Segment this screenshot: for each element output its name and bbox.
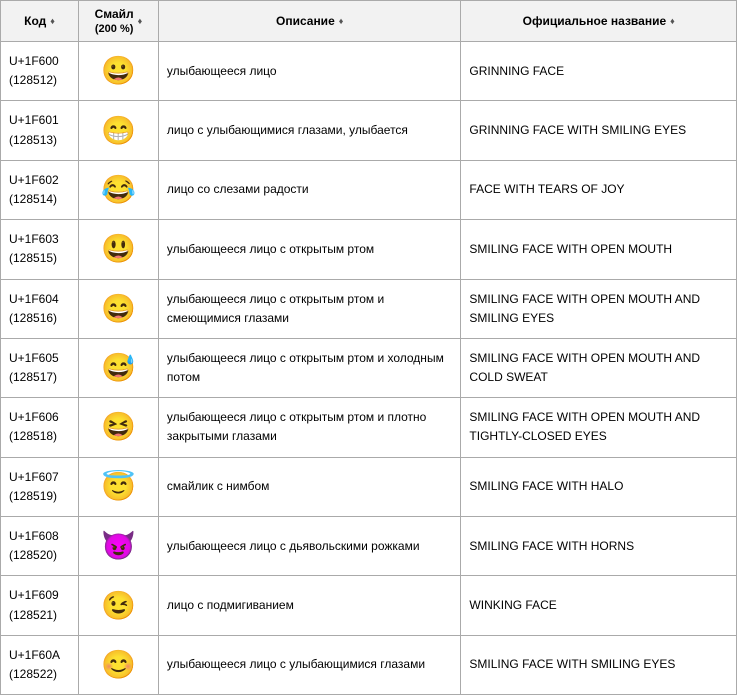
code-cell: U+1F609 (128521)	[1, 576, 79, 635]
code-hex: U+1F600	[9, 54, 59, 68]
code-cell: U+1F605 (128517)	[1, 338, 79, 397]
official-cell: SMILING FACE WITH OPEN MOUTH AND TIGHTLY…	[461, 398, 737, 457]
code-hex: U+1F605	[9, 351, 59, 365]
code-decimal: (128518)	[9, 429, 57, 443]
code-decimal: (128515)	[9, 251, 57, 265]
code-cell: U+1F606 (128518)	[1, 398, 79, 457]
code-cell: U+1F603 (128515)	[1, 220, 79, 279]
code-hex: U+1F601	[9, 113, 59, 127]
header-row: Код ♦ Смайл (200 %) ♦ Описание ♦	[1, 1, 737, 42]
code-cell: U+1F601 (128513)	[1, 101, 79, 160]
official-cell: SMILING FACE WITH HORNS	[461, 517, 737, 576]
table-row: U+1F607 (128519) 😇смайлик с нимбомSMILING …	[1, 457, 737, 516]
code-decimal: (128519)	[9, 489, 57, 503]
emoji-cell: 😁	[78, 101, 158, 160]
sort-icon: ♦	[339, 17, 344, 26]
description-cell: лицо со слезами радости	[158, 160, 460, 219]
table-row: U+1F60A (128522) 😊улыбающееся лицо с улыба…	[1, 635, 737, 694]
code-decimal: (128522)	[9, 667, 57, 681]
code-hex: U+1F608	[9, 529, 59, 543]
official-cell: GRINNING FACE WITH SMILING EYES	[461, 101, 737, 160]
table-row: U+1F609 (128521) 😉лицо с подмигиваниемWINK…	[1, 576, 737, 635]
emoji-cell: 😀	[78, 42, 158, 101]
official-cell: SMILING FACE WITH SMILING EYES	[461, 635, 737, 694]
emoji-cell: 😊	[78, 635, 158, 694]
code-decimal: (128514)	[9, 192, 57, 206]
header-emoji-label: Смайл	[95, 7, 134, 21]
code-hex: U+1F609	[9, 588, 59, 602]
description-cell: улыбающееся лицо	[158, 42, 460, 101]
code-hex: U+1F607	[9, 470, 59, 484]
code-hex: U+1F60A	[9, 648, 60, 662]
table-row: U+1F603 (128515) 😃улыбающееся лицо с откры…	[1, 220, 737, 279]
table-row: U+1F602 (128514) 😂лицо со слезами радостиF…	[1, 160, 737, 219]
table-row: U+1F604 (128516) 😄улыбающееся лицо с откры…	[1, 279, 737, 338]
header-official[interactable]: Официальное название ♦	[461, 1, 737, 42]
emoji-cell: 😄	[78, 279, 158, 338]
description-cell: улыбающееся лицо с открытым ртом и плотн…	[158, 398, 460, 457]
table-row: U+1F608 (128520) 😈улыбающееся лицо с дьяво…	[1, 517, 737, 576]
emoji-cell: 😃	[78, 220, 158, 279]
description-cell: улыбающееся лицо с открытым ртом и холод…	[158, 338, 460, 397]
description-cell: улыбающееся лицо с дьявольскими рожками	[158, 517, 460, 576]
table-row: U+1F600 (128512) 😀улыбающееся лицоGRINNING…	[1, 42, 737, 101]
header-emoji-sub: (200 %)	[95, 23, 134, 35]
emoji-cell: 😇	[78, 457, 158, 516]
table-row: U+1F606 (128518) 😆улыбающееся лицо с откры…	[1, 398, 737, 457]
header-emoji[interactable]: Смайл (200 %) ♦	[78, 1, 158, 42]
official-cell: SMILING FACE WITH OPEN MOUTH AND COLD SW…	[461, 338, 737, 397]
emoji-cell: 😂	[78, 160, 158, 219]
code-cell: U+1F602 (128514)	[1, 160, 79, 219]
code-decimal: (128512)	[9, 73, 57, 87]
official-cell: GRINNING FACE	[461, 42, 737, 101]
sort-icon: ♦	[138, 17, 143, 26]
official-cell: SMILING FACE WITH OPEN MOUTH AND SMILING…	[461, 279, 737, 338]
code-cell: U+1F60A (128522)	[1, 635, 79, 694]
official-cell: SMILING FACE WITH HALO	[461, 457, 737, 516]
description-cell: смайлик с нимбом	[158, 457, 460, 516]
official-cell: FACE WITH TEARS OF JOY	[461, 160, 737, 219]
code-decimal: (128521)	[9, 608, 57, 622]
code-decimal: (128513)	[9, 133, 57, 147]
code-hex: U+1F604	[9, 292, 59, 306]
emoji-cell: 😈	[78, 517, 158, 576]
header-description-label: Описание	[276, 14, 335, 28]
description-cell: улыбающееся лицо с открытым ртом	[158, 220, 460, 279]
code-hex: U+1F602	[9, 173, 59, 187]
official-cell: SMILING FACE WITH OPEN MOUTH	[461, 220, 737, 279]
code-cell: U+1F607 (128519)	[1, 457, 79, 516]
code-decimal: (128517)	[9, 370, 57, 384]
code-hex: U+1F606	[9, 410, 59, 424]
header-official-label: Официальное название	[523, 14, 666, 28]
description-cell: улыбающееся лицо с открытым ртом и смеющ…	[158, 279, 460, 338]
code-cell: U+1F604 (128516)	[1, 279, 79, 338]
table-row: U+1F601 (128513) 😁лицо с улыбающимися глаз…	[1, 101, 737, 160]
code-decimal: (128516)	[9, 311, 57, 325]
emoji-table: Код ♦ Смайл (200 %) ♦ Описание ♦	[0, 0, 737, 695]
sort-icon: ♦	[670, 17, 675, 26]
code-cell: U+1F608 (128520)	[1, 517, 79, 576]
description-cell: лицо с подмигиванием	[158, 576, 460, 635]
description-cell: улыбающееся лицо с улыбающимися глазами	[158, 635, 460, 694]
official-cell: WINKING FACE	[461, 576, 737, 635]
code-decimal: (128520)	[9, 548, 57, 562]
code-cell: U+1F600 (128512)	[1, 42, 79, 101]
emoji-cell: 😅	[78, 338, 158, 397]
header-description[interactable]: Описание ♦	[158, 1, 460, 42]
code-hex: U+1F603	[9, 232, 59, 246]
header-code-label: Код	[24, 14, 46, 28]
emoji-cell: 😉	[78, 576, 158, 635]
description-cell: лицо с улыбающимися глазами, улыбается	[158, 101, 460, 160]
table-row: U+1F605 (128517) 😅улыбающееся лицо с откры…	[1, 338, 737, 397]
sort-icon: ♦	[50, 17, 55, 26]
header-code[interactable]: Код ♦	[1, 1, 79, 42]
emoji-cell: 😆	[78, 398, 158, 457]
